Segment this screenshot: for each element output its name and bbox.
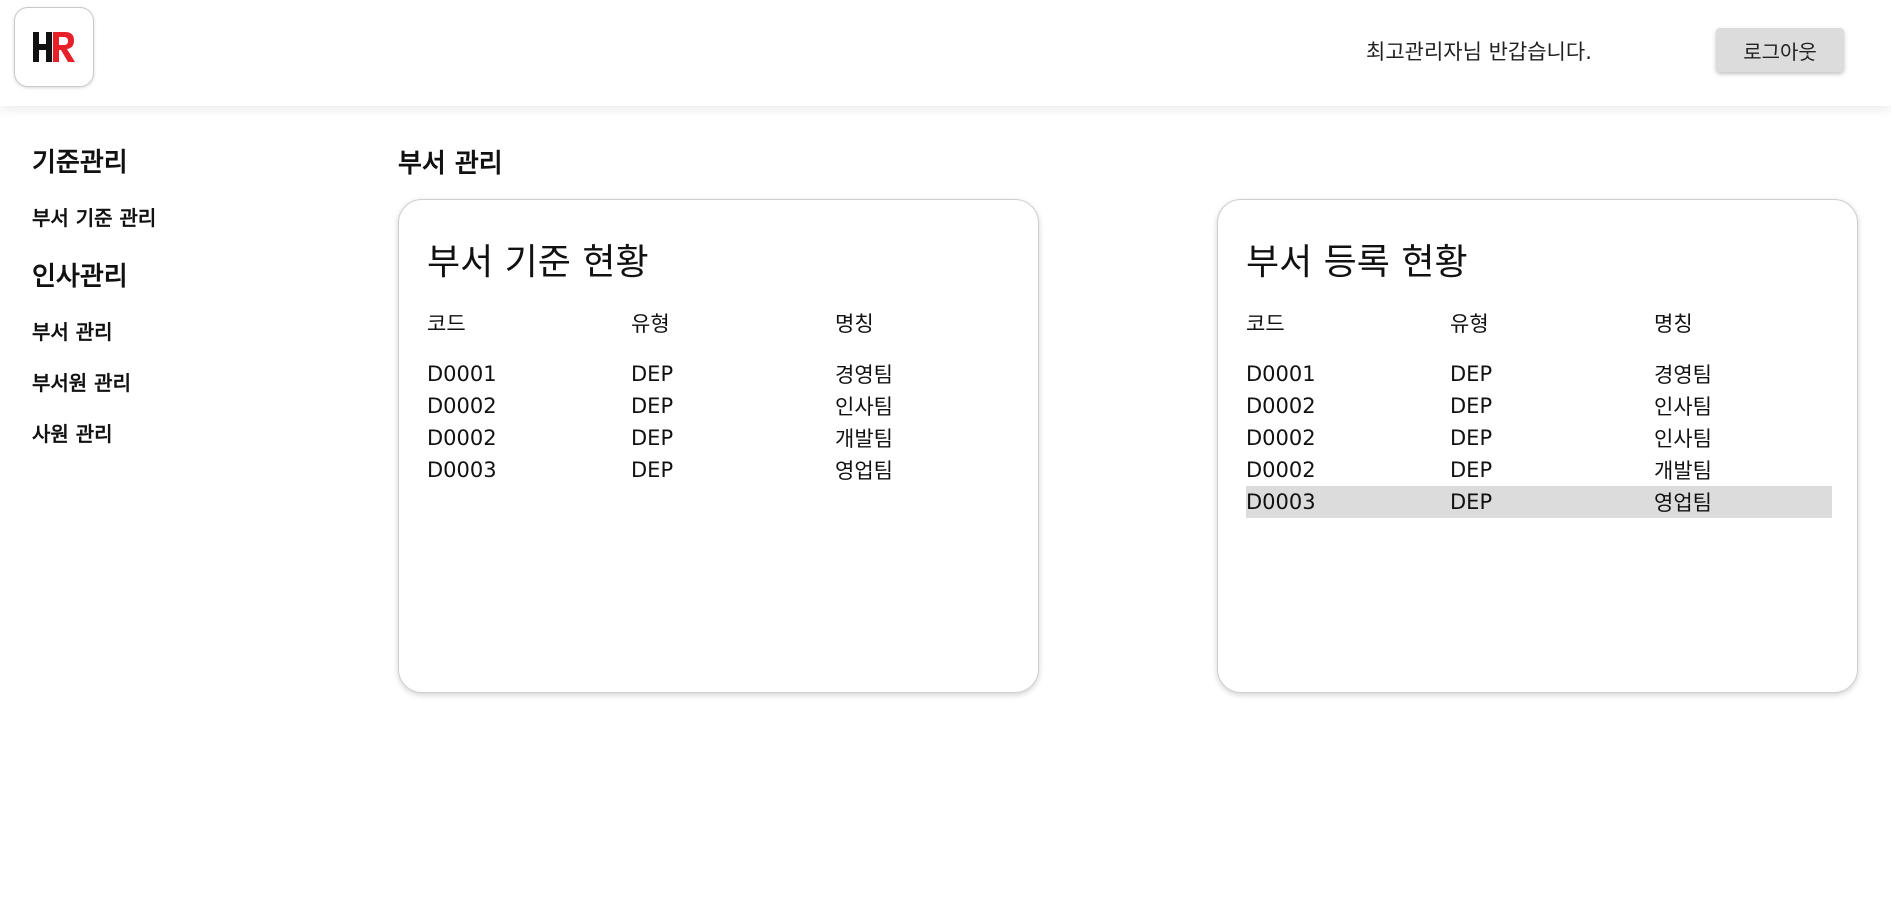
table-row[interactable]: D0002 DEP 인사팀 xyxy=(1246,390,1832,422)
cell-name: 경영팀 xyxy=(835,363,893,387)
cell-name: 영업팀 xyxy=(835,459,893,483)
cell-name: 인사팀 xyxy=(835,395,893,419)
dept-registration-card: 부서 등록 현황 코드 유형 명칭 D0001 DEP 경영팀 D0002 DE… xyxy=(1217,199,1858,693)
cell-name: 경영팀 xyxy=(1654,363,1712,387)
cell-code: D0002 xyxy=(427,394,497,418)
cell-type: DEP xyxy=(631,458,674,482)
cell-name: 인사팀 xyxy=(1654,395,1712,419)
column-header-name: 명칭 xyxy=(1654,312,1693,336)
cell-code: D0002 xyxy=(1246,426,1316,450)
cell-code: D0003 xyxy=(1246,490,1316,514)
sidebar-item-dept-management[interactable]: 부서 관리 xyxy=(32,316,113,345)
sidebar-item-employee-management[interactable]: 사원 관리 xyxy=(32,418,113,447)
cell-code: D0001 xyxy=(427,362,497,386)
card-title: 부서 등록 현황 xyxy=(1246,242,1468,283)
card-title: 부서 기준 현황 xyxy=(427,242,649,283)
table-row[interactable]: D0002 DEP 개발팀 xyxy=(1246,454,1832,486)
dept-standards-card: 부서 기준 현황 코드 유형 명칭 D0001 DEP 경영팀 D0002 DE… xyxy=(398,199,1039,693)
sidebar-item-dept-member-management[interactable]: 부서원 관리 xyxy=(32,367,131,396)
dept-registration-table: 코드 유형 명칭 D0001 DEP 경영팀 D0002 DEP 인사팀 D00… xyxy=(1246,308,1832,518)
cell-code: D0002 xyxy=(1246,458,1316,482)
logout-button[interactable]: 로그아웃 xyxy=(1716,28,1844,72)
column-header-type: 유형 xyxy=(631,312,670,336)
cell-code: D0002 xyxy=(427,426,497,450)
table-row[interactable]: D0002 DEP 개발팀 xyxy=(427,422,1013,454)
cell-type: DEP xyxy=(1450,362,1493,386)
cell-type: DEP xyxy=(1450,426,1493,450)
cell-type: DEP xyxy=(1450,490,1493,514)
sidebar-item-dept-standards[interactable]: 부서 기준 관리 xyxy=(32,202,156,231)
table-row[interactable]: D0001 DEP 경영팀 xyxy=(427,358,1013,390)
cell-type: DEP xyxy=(1450,458,1493,482)
table-row[interactable]: D0002 DEP 인사팀 xyxy=(1246,422,1832,454)
hr-logo-icon xyxy=(33,32,75,62)
cell-name: 인사팀 xyxy=(1654,427,1712,451)
column-header-name: 명칭 xyxy=(835,312,874,336)
dept-standards-table: 코드 유형 명칭 D0001 DEP 경영팀 D0002 DEP 인사팀 D00… xyxy=(427,308,1013,486)
table-row-selected[interactable]: D0003 DEP 영업팀 xyxy=(1246,486,1832,518)
column-header-code: 코드 xyxy=(427,312,466,336)
table-header: 코드 유형 명칭 xyxy=(1246,308,1832,338)
cell-code: D0003 xyxy=(427,458,497,482)
cell-code: D0002 xyxy=(1246,394,1316,418)
cell-name: 개발팀 xyxy=(835,427,893,451)
sidebar-group-standards: 기준관리 xyxy=(32,148,128,178)
column-header-code: 코드 xyxy=(1246,312,1285,336)
cell-type: DEP xyxy=(631,394,674,418)
cell-type: DEP xyxy=(1450,394,1493,418)
page-title: 부서 관리 xyxy=(398,149,503,179)
table-row[interactable]: D0001 DEP 경영팀 xyxy=(1246,358,1832,390)
welcome-message: 최고관리자님 반갑습니다. xyxy=(1366,40,1592,64)
table-header: 코드 유형 명칭 xyxy=(427,308,1013,338)
cell-type: DEP xyxy=(631,426,674,450)
column-header-type: 유형 xyxy=(1450,312,1489,336)
cell-type: DEP xyxy=(631,362,674,386)
sidebar-group-hr: 인사관리 xyxy=(32,262,128,292)
table-row[interactable]: D0002 DEP 인사팀 xyxy=(427,390,1013,422)
hr-logo[interactable] xyxy=(14,7,94,87)
cell-code: D0001 xyxy=(1246,362,1316,386)
top-header: 최고관리자님 반갑습니다. 로그아웃 xyxy=(0,0,1891,106)
cell-name: 영업팀 xyxy=(1654,491,1712,515)
table-row[interactable]: D0003 DEP 영업팀 xyxy=(427,454,1013,486)
cell-name: 개발팀 xyxy=(1654,459,1712,483)
